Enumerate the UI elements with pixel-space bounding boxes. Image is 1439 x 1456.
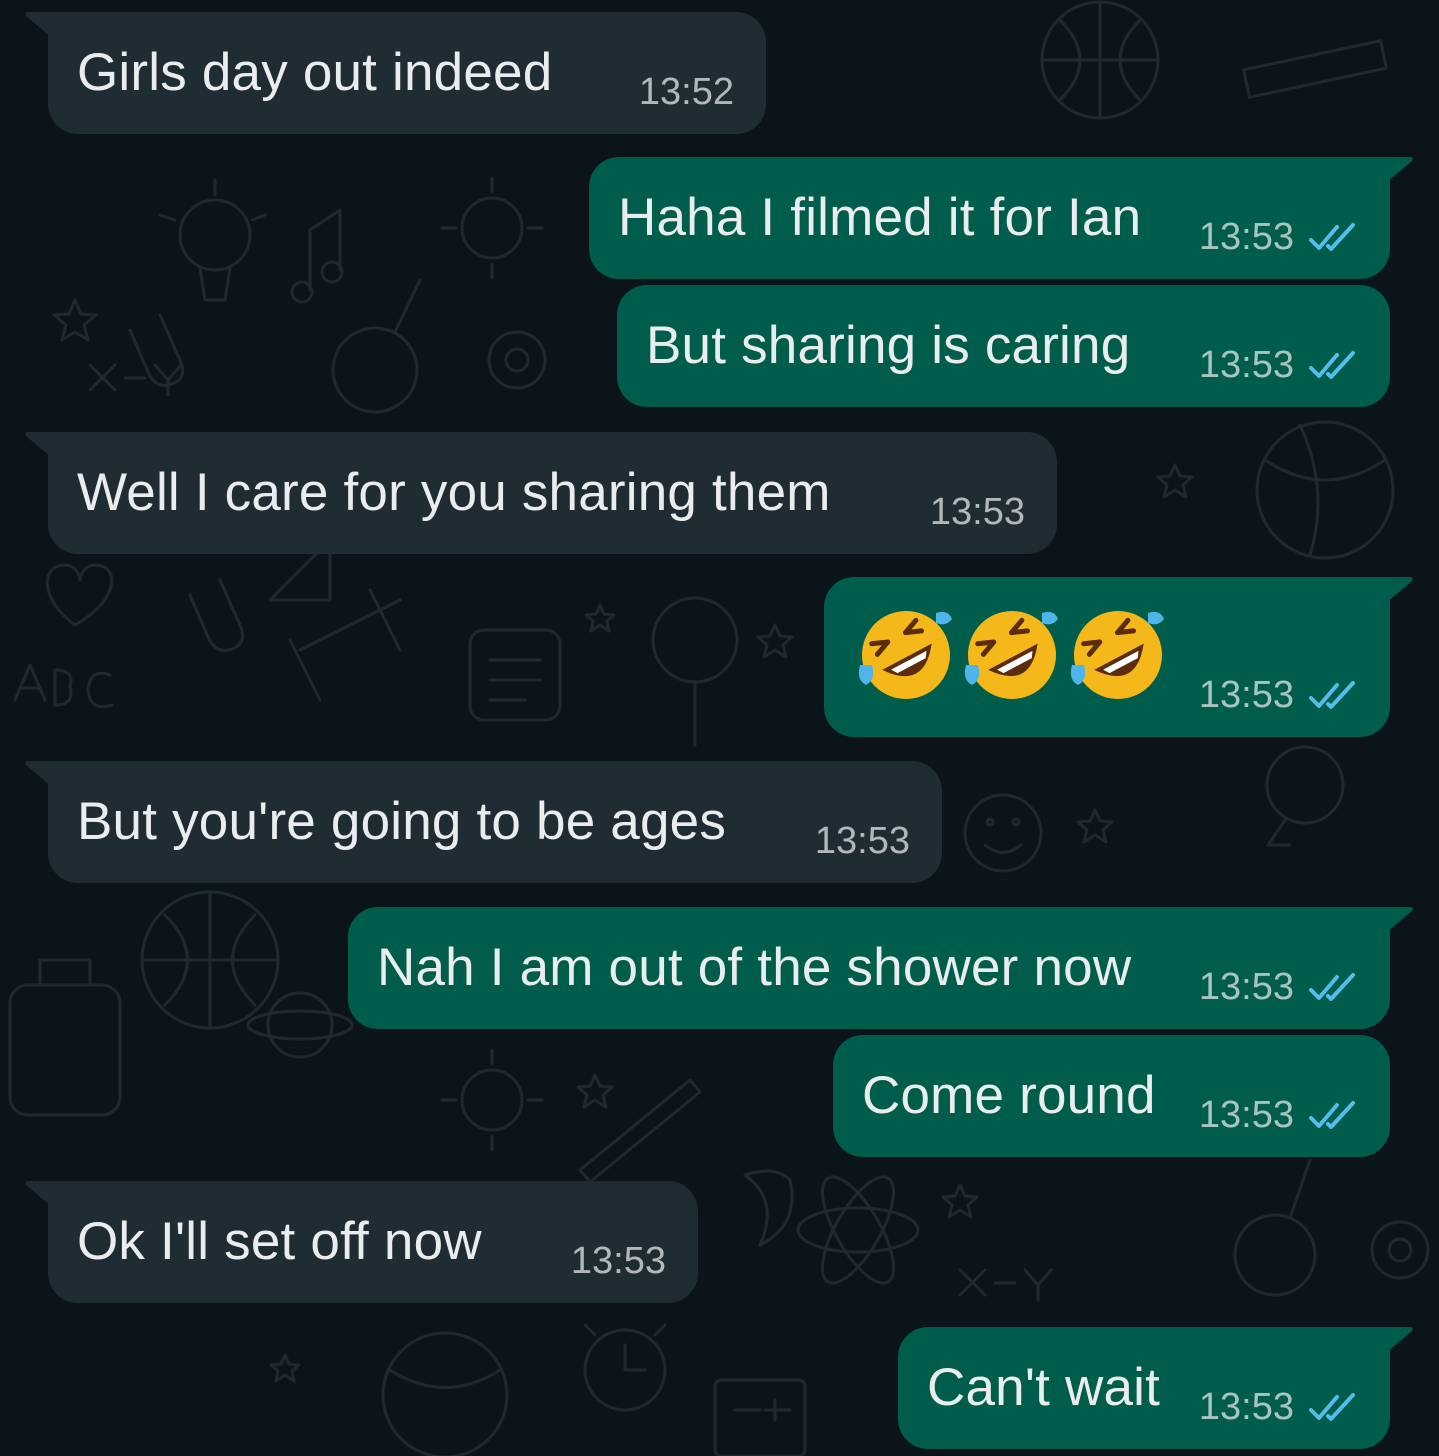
bubble-tail <box>25 1181 52 1207</box>
message-bubble-incoming[interactable]: Well I care for you sharing them 13:53 <box>25 432 1057 554</box>
bubble-tail <box>25 761 52 787</box>
message-meta: 13:53 <box>1199 1094 1360 1137</box>
message-bubble-outgoing[interactable]: Come round 13:53 <box>833 1035 1390 1157</box>
message-text: Well I care for you sharing them <box>77 463 831 522</box>
message-time: 13:53 <box>1198 674 1294 716</box>
bubble-tail <box>1386 907 1413 933</box>
message-bubble-outgoing[interactable]: Haha I filmed it for Ian 13:53 <box>589 157 1413 279</box>
message-text: But you're going to be ages <box>77 792 727 851</box>
message-meta: 13:53 <box>1199 1386 1360 1429</box>
message-meta: 13:52 <box>639 71 734 114</box>
message-meta: 13:53 <box>1199 674 1360 717</box>
message-bubble-outgoing[interactable]: Can't wait 13:53 <box>898 1327 1413 1449</box>
message-text: Girls day out indeed <box>77 43 553 102</box>
emoji-group <box>856 605 1168 705</box>
message-time: 13:53 <box>929 491 1025 533</box>
bubble-tail <box>25 12 52 38</box>
message-text: Nah I am out of the shower now <box>377 938 1132 997</box>
message-meta: 13:53 <box>1199 344 1360 387</box>
read-receipt-double-check-icon <box>1309 972 1355 1001</box>
message-time: 13:53 <box>1198 344 1294 386</box>
read-receipt-double-check-icon <box>1309 222 1355 251</box>
read-receipt-double-check-icon <box>1309 680 1355 709</box>
message-bubble-outgoing-emoji[interactable]: 🤣🤣🤣 13:53 <box>824 577 1413 737</box>
message-text: But sharing is caring <box>646 316 1131 375</box>
rolling-on-floor-laughing-emoji-icon <box>1070 611 1164 699</box>
message-time: 13:52 <box>638 71 734 113</box>
rolling-on-floor-laughing-emoji-icon <box>858 611 952 699</box>
message-meta: 13:53 <box>571 1240 666 1283</box>
message-meta: 13:53 <box>1199 216 1360 259</box>
message-time: 13:53 <box>1198 1094 1294 1136</box>
message-bubble-incoming[interactable]: But you're going to be ages 13:53 <box>25 761 942 883</box>
message-bubble-incoming[interactable]: Ok I'll set off now 13:53 <box>25 1181 698 1303</box>
rolling-on-floor-laughing-emoji-icon <box>964 611 1058 699</box>
message-meta: 13:53 <box>930 491 1025 534</box>
message-time: 13:53 <box>570 1240 666 1282</box>
message-text: Ok I'll set off now <box>77 1212 482 1271</box>
message-time: 13:53 <box>1198 966 1294 1008</box>
message-bubble-outgoing[interactable]: But sharing is caring 13:53 <box>617 285 1390 407</box>
message-text: Haha I filmed it for Ian <box>618 188 1142 247</box>
message-time: 13:53 <box>1198 216 1294 258</box>
read-receipt-double-check-icon <box>1309 1100 1355 1129</box>
bubble-tail <box>1386 1327 1413 1353</box>
message-meta: 13:53 <box>1199 966 1360 1009</box>
bubble-tail <box>1386 157 1413 183</box>
bubble-tail <box>1386 577 1413 603</box>
message-bubble-outgoing[interactable]: Nah I am out of the shower now 13:53 <box>348 907 1413 1029</box>
bubble-tail <box>25 432 52 458</box>
message-time: 13:53 <box>814 820 910 862</box>
read-receipt-double-check-icon <box>1309 1392 1355 1421</box>
message-text: Can't wait <box>927 1358 1161 1417</box>
message-bubble-incoming[interactable]: Girls day out indeed 13:52 <box>25 12 766 134</box>
message-text: Come round <box>862 1066 1156 1125</box>
read-receipt-double-check-icon <box>1309 350 1355 379</box>
message-meta: 13:53 <box>815 820 910 863</box>
message-time: 13:53 <box>1198 1386 1294 1428</box>
